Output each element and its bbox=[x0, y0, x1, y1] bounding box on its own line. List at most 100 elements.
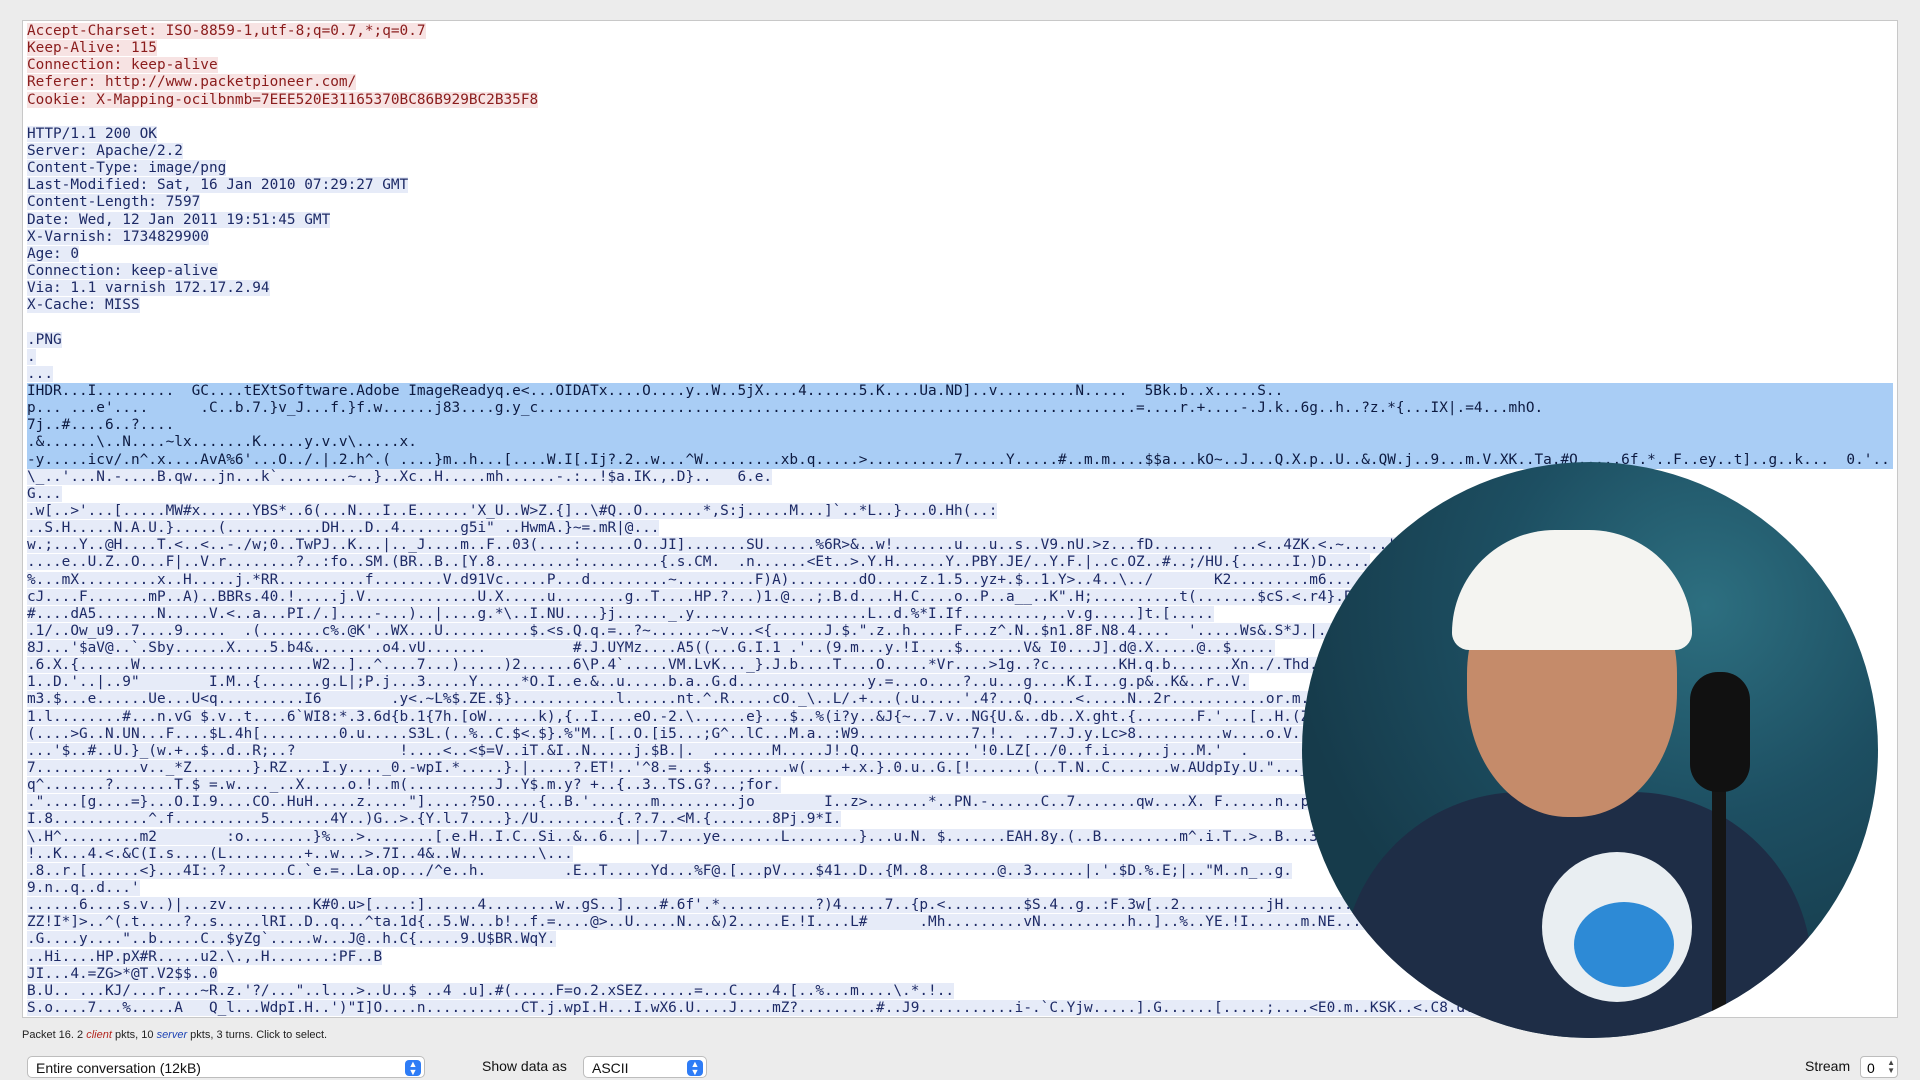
response-header-line[interactable]: X-Varnish: 1734829900 bbox=[27, 228, 1893, 246]
png-data-line-text: ... bbox=[27, 365, 53, 382]
client-packet-count: 2 bbox=[77, 1029, 87, 1041]
response-header-line[interactable]: Content-Length: 7597 bbox=[27, 194, 1893, 211]
presenter-cap bbox=[1452, 530, 1692, 650]
png-data-line-text: .6.X.{......W....................W2..]..… bbox=[27, 657, 1414, 674]
request-header-line[interactable]: Connection: keep-alive bbox=[27, 57, 1893, 74]
png-data-line-text: S.o....7...%.....A Q_l...WdpI.H..')"I]O.… bbox=[27, 1000, 1552, 1017]
stepper-arrows-icon[interactable]: ▲ ▼ bbox=[1887, 1059, 1895, 1075]
response-header-line-text: Via: 1.1 varnish 172.17.2.94 bbox=[27, 280, 270, 297]
response-header-line[interactable]: X-Cache: MISS bbox=[27, 297, 1893, 314]
status-suffix: pkts, 3 turns. Click to select. bbox=[187, 1029, 328, 1041]
png-data-line-text: . bbox=[27, 348, 36, 365]
png-data-line-text: q^.......?.......T.$ =.w...._..X.....o.!… bbox=[27, 777, 781, 794]
png-data-line-text: .1/..Ow_u9..7....9..... .(.......c%.@K'.… bbox=[27, 622, 1483, 639]
response-header-line[interactable]: Content-Type: image/png bbox=[27, 160, 1893, 177]
png-data-line-text: 8J...'$aV@..`.Sby......X....5.b4&.......… bbox=[27, 640, 1275, 657]
selected-data-line-text: .&......\..N....~lx.......K.....y.v.v\..… bbox=[27, 434, 417, 451]
stream-label: Stream bbox=[1805, 1058, 1851, 1074]
data-format-value: ASCII bbox=[592, 1060, 629, 1076]
png-data-line[interactable]: .PNG bbox=[27, 331, 1893, 349]
png-data-line[interactable]: ... bbox=[27, 365, 1893, 383]
png-data-line-text: 1.l........#...n.vG $.v..t....6`WI8:*.3.… bbox=[27, 708, 1362, 725]
request-header-line-text: Referer: http://www.packetpioneer.com/ bbox=[27, 74, 357, 91]
response-header-line-text: Last-Modified: Sat, 16 Jan 2010 07:29:27… bbox=[27, 177, 409, 194]
png-data-line-text: ZZ!I*]>..^(.t.....?..s.....lRI..D..q...^… bbox=[27, 914, 1457, 931]
response-header-line-text: Connection: keep-alive bbox=[27, 262, 218, 279]
png-data-line-text: .....8....9..Tw.P.....H.....k7....2...0.… bbox=[27, 1017, 798, 1018]
show-data-as-label: Show data as bbox=[482, 1058, 567, 1074]
png-data-line-text: G... bbox=[27, 485, 62, 502]
conversation-select[interactable]: Entire conversation (12kB) ▲ ▼ bbox=[27, 1056, 425, 1078]
conversation-select-value: Entire conversation (12kB) bbox=[36, 1060, 201, 1076]
packet-status-line[interactable]: Packet 16. 2 client pkts, 10 server pkts… bbox=[22, 1029, 327, 1041]
status-middle: pkts, bbox=[111, 1029, 142, 1041]
response-header-line-text: Content-Length: 7597 bbox=[27, 194, 201, 211]
response-header-line[interactable]: Age: 0 bbox=[27, 245, 1893, 263]
png-data-line-text: 9.n..q..d...' bbox=[27, 880, 140, 897]
png-data-line-text: \_..'...N.-....B.qw...jn...k`........~..… bbox=[27, 468, 773, 485]
png-data-line-text: w.;...Y..@H....T.<..<..-./w;0..TwPJ..K..… bbox=[27, 537, 1518, 554]
microphone-stand bbox=[1712, 782, 1726, 1038]
request-header-line-text: Connection: keep-alive bbox=[27, 57, 218, 74]
response-header-line-text: Age: 0 bbox=[27, 245, 79, 262]
selected-data-line-text: p... ...e'.... .C..b.7.}v_J...f.}f.w....… bbox=[27, 400, 1544, 417]
png-data-line-text: (....>G..N.UN...F....$L.4h[.........0.u.… bbox=[27, 725, 1431, 742]
status-prefix: Packet 16. bbox=[22, 1029, 78, 1041]
png-data-line-text: #....dA5.......N.....V.<..a...PI./.]....… bbox=[27, 605, 1214, 622]
request-header-line-text: Keep-Alive: 115 bbox=[27, 40, 157, 57]
response-header-line[interactable]: Last-Modified: Sat, 16 Jan 2010 07:29:27… bbox=[27, 177, 1893, 194]
png-data-line-text: !..K...4.<.&C(I.s....(L.........+..w...>… bbox=[27, 845, 573, 862]
webcam-overlay bbox=[1302, 462, 1878, 1038]
response-header-line-text: HTTP/1.1 200 OK bbox=[27, 125, 157, 142]
png-data-line-text: 1..D.'..|..9" I.M..{.......g.L|;P.j...3.… bbox=[27, 674, 1249, 691]
png-data-line-text: ...'$..#..U.}_(w.+..$..d..R;..? !....<..… bbox=[27, 742, 1405, 759]
request-header-line[interactable]: Keep-Alive: 115 bbox=[27, 40, 1893, 57]
png-data-line-text: JI...4.=ZG>*@T.V2$$..0 bbox=[27, 965, 218, 982]
response-header-line-text: Date: Wed, 12 Jan 2011 19:51:45 GMT bbox=[27, 211, 331, 228]
selected-data-line-text: IHDR...I......... GC....tEXtSoftware.Ado… bbox=[27, 382, 1284, 399]
png-data-line-text: ....e..U.Z..O...F|..V.r........?..:fo..S… bbox=[27, 554, 1370, 571]
png-data-line-text: ......6....s.v..)|...zv..........K#0.u>[… bbox=[27, 897, 1440, 914]
png-data-line-text: ..Hi....HP.pX#R.....u2.\.,.H.......:PF..… bbox=[27, 948, 383, 965]
stream-number-value: 0 bbox=[1867, 1060, 1875, 1076]
png-data-line-text: ."....[g....=}...O.I.9....CO..HuH.....z.… bbox=[27, 794, 1388, 811]
png-data-line-text: %...mX.........x..H.....j.*RR..........f… bbox=[27, 571, 1457, 588]
selected-data-line[interactable]: 7j..#....6..?.... bbox=[27, 417, 1893, 435]
png-data-line-text: \.H^.........m2 :o........}%...>........… bbox=[27, 828, 1466, 845]
png-data-line[interactable]: . bbox=[27, 348, 1893, 366]
png-data-line-text: m3.$...e......Ue...U<q..........I6 .y<.~… bbox=[27, 691, 1344, 708]
response-header-line[interactable]: Server: Apache/2.2 bbox=[27, 142, 1893, 160]
selected-data-line[interactable]: .&......\..N....~lx.......K.....y.v.v\..… bbox=[27, 434, 1893, 452]
response-header-line-text: X-Cache: MISS bbox=[27, 297, 140, 314]
request-header-line[interactable]: Accept-Charset: ISO-8859-1,utf-8;q=0.7,*… bbox=[27, 23, 1893, 40]
microphone-icon bbox=[1690, 672, 1750, 792]
png-data-line-text: cJ....F.......mP..A)..BBRs.40.!.....j.V.… bbox=[27, 588, 1474, 605]
png-data-line-text: I.8...........^.f..........5.......4Y..)… bbox=[27, 811, 842, 828]
data-format-select[interactable]: ASCII ▲ ▼ bbox=[583, 1056, 707, 1078]
stream-number-stepper[interactable]: 0 ▲ ▼ bbox=[1860, 1056, 1898, 1078]
png-data-line-text: .G....y...."..b.....C..$yZg`.....w...J@.… bbox=[27, 931, 556, 948]
png-data-line-text: B.U.. ...KJ/...r....~R.z.'?/..."..l...>.… bbox=[27, 982, 955, 999]
response-header-line[interactable]: Date: Wed, 12 Jan 2011 19:51:45 GMT bbox=[27, 211, 1893, 229]
selected-data-line[interactable]: IHDR...I......... GC....tEXtSoftware.Ado… bbox=[27, 382, 1893, 401]
selected-data-line-text: 7j..#....6..?.... bbox=[27, 417, 175, 434]
response-header-line[interactable]: Via: 1.1 varnish 172.17.2.94 bbox=[27, 280, 1893, 297]
response-header-line[interactable]: HTTP/1.1 200 OK bbox=[27, 125, 1893, 143]
selected-data-line[interactable]: p... ...e'.... .C..b.7.}v_J...f.}f.w....… bbox=[27, 400, 1893, 418]
png-data-line-text: 7............v.._*Z.......}.RZ....I.y...… bbox=[27, 760, 1379, 777]
shirt-logo-inner bbox=[1574, 902, 1674, 987]
request-header-line[interactable]: Cookie: X-Mapping-ocilbnmb=7EEE520E31165… bbox=[27, 91, 1893, 109]
response-header-line[interactable]: Connection: keep-alive bbox=[27, 262, 1893, 280]
png-data-line-text: .PNG bbox=[27, 331, 62, 348]
request-header-line[interactable]: Referer: http://www.packetpioneer.com/ bbox=[27, 74, 1893, 91]
client-label: client bbox=[86, 1029, 112, 1041]
png-data-line-text: ..S.H.....N.A.U.}.....(...........DH...D… bbox=[27, 520, 660, 537]
response-header-line-text: X-Varnish: 1734829900 bbox=[27, 228, 209, 245]
response-header-line-text: Content-Type: image/png bbox=[27, 160, 227, 177]
select-stepper-icon: ▲ ▼ bbox=[405, 1060, 421, 1077]
response-header-line-text: Server: Apache/2.2 bbox=[27, 142, 183, 159]
request-header-line-text: Cookie: X-Mapping-ocilbnmb=7EEE520E31165… bbox=[27, 91, 539, 108]
server-label: server bbox=[156, 1029, 188, 1041]
